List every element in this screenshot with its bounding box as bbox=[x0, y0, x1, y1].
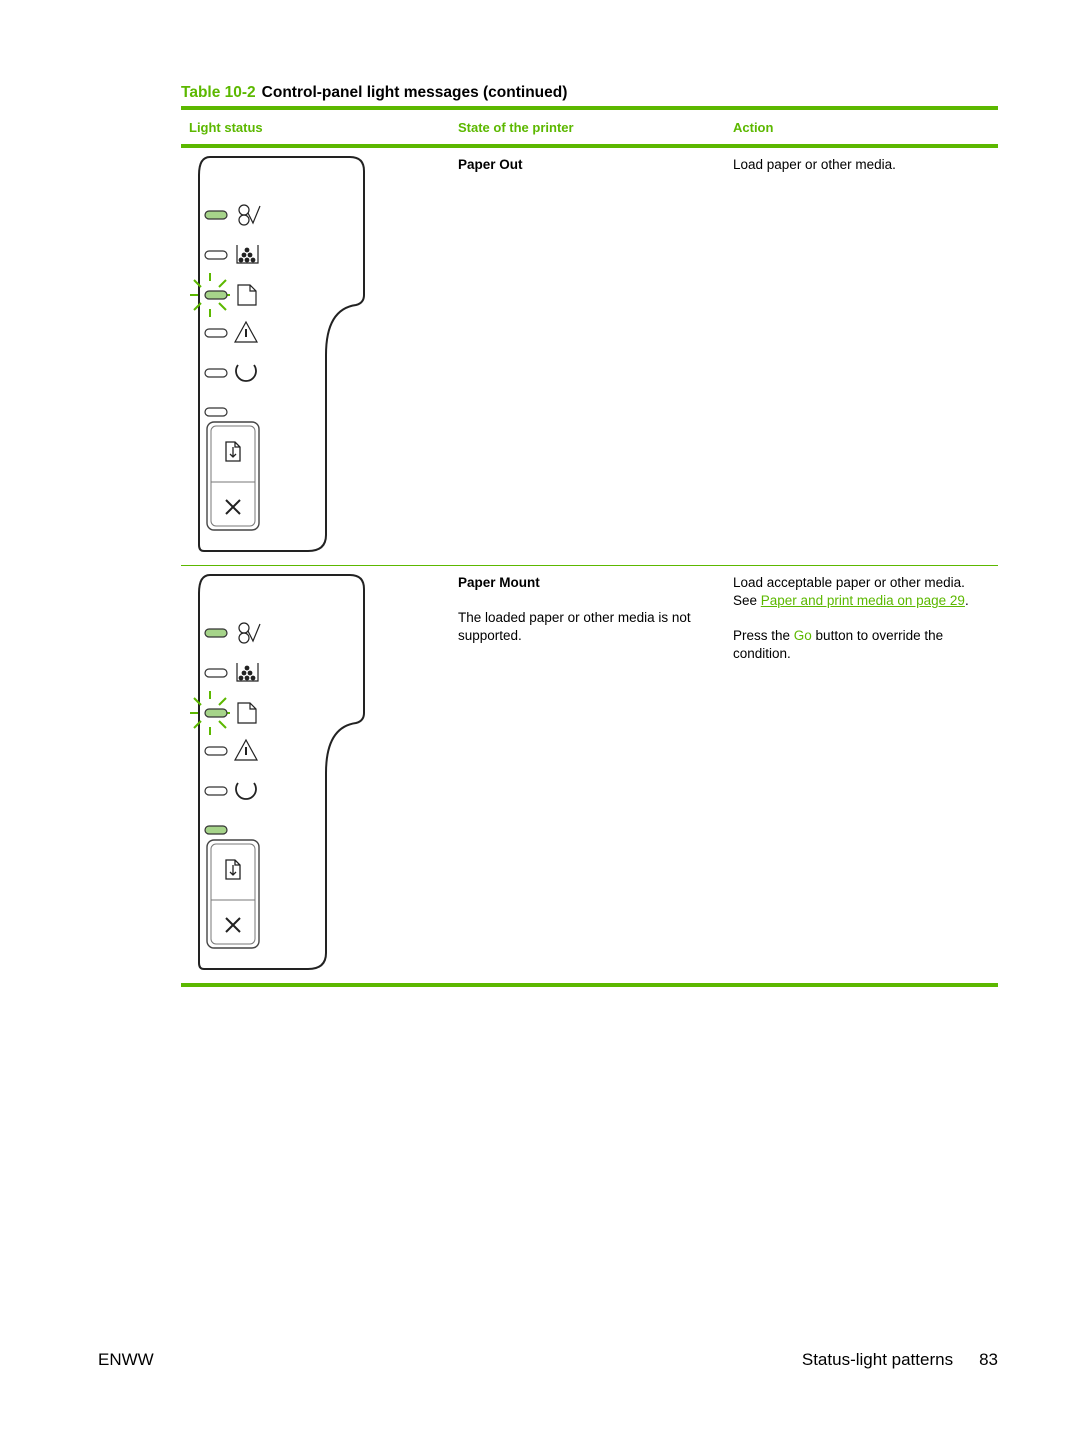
state-cell: Paper Out bbox=[458, 156, 523, 174]
control-panel-diagram bbox=[190, 156, 365, 552]
status-light-toner bbox=[204, 668, 228, 678]
status-light-attention bbox=[204, 746, 228, 756]
page-number: 83 bbox=[979, 1350, 998, 1369]
state-title: Paper Out bbox=[458, 157, 523, 172]
ready-icon bbox=[235, 782, 257, 800]
table-title: Control-panel light messages (continued) bbox=[261, 84, 568, 101]
status-light-jam bbox=[204, 628, 228, 638]
footer-section-title: Status-light patterns bbox=[801, 1350, 954, 1369]
toner-icon bbox=[236, 663, 259, 682]
press-prefix: Press the bbox=[733, 628, 794, 643]
ready-icon bbox=[235, 364, 257, 382]
action-press: Press the Go button to override the cond… bbox=[733, 627, 998, 663]
footer-doc-code: ENWW bbox=[98, 1350, 154, 1369]
status-light-toner bbox=[204, 250, 228, 260]
attention-icon bbox=[233, 320, 259, 343]
header-bottom-rule bbox=[181, 144, 998, 148]
control-panel-diagram bbox=[190, 574, 365, 970]
status-light-ready bbox=[204, 368, 228, 378]
see-prefix: See bbox=[733, 593, 761, 608]
paper-media-link[interactable]: Paper and print media on page 29 bbox=[761, 593, 965, 608]
header-light-status: Light status bbox=[189, 120, 263, 135]
status-light-jam bbox=[204, 210, 228, 220]
status-light-attention bbox=[204, 328, 228, 338]
paper-jam-icon bbox=[238, 622, 261, 644]
footer-section: Status-light patterns 83 bbox=[802, 1350, 998, 1370]
paper-icon bbox=[237, 702, 257, 724]
action-text: Load paper or other media. bbox=[733, 157, 896, 172]
go-button-label: Go bbox=[793, 628, 812, 643]
attention-icon bbox=[233, 738, 259, 761]
action-see: See Paper and print media on page 29. bbox=[733, 592, 998, 610]
action-cell: Load paper or other media. bbox=[733, 156, 896, 174]
action-text: Load acceptable paper or other media. bbox=[733, 575, 965, 590]
status-light-paper bbox=[204, 290, 228, 300]
state-detail: The loaded paper or other media is not s… bbox=[458, 610, 691, 643]
status-light-paper bbox=[204, 708, 228, 718]
status-light-go bbox=[204, 407, 228, 417]
toner-icon bbox=[236, 245, 259, 264]
table-number: Table 10-2 bbox=[181, 84, 256, 101]
header-state: State of the printer bbox=[458, 120, 574, 135]
state-title: Paper Mount bbox=[458, 575, 540, 590]
action-cell: Load acceptable paper or other media. Se… bbox=[733, 574, 998, 663]
row-divider bbox=[181, 565, 998, 566]
status-light-go bbox=[204, 825, 228, 835]
state-cell: Paper Mount The loaded paper or other me… bbox=[458, 574, 718, 645]
table-caption: Table 10-2 Control-panel light messages (… bbox=[181, 84, 567, 102]
see-suffix: . bbox=[964, 593, 969, 608]
table-bottom-rule bbox=[181, 983, 998, 987]
status-light-ready bbox=[204, 786, 228, 796]
paper-jam-icon bbox=[238, 204, 261, 226]
header-action: Action bbox=[733, 120, 774, 135]
paper-icon bbox=[237, 284, 257, 306]
header-top-rule bbox=[181, 106, 998, 110]
